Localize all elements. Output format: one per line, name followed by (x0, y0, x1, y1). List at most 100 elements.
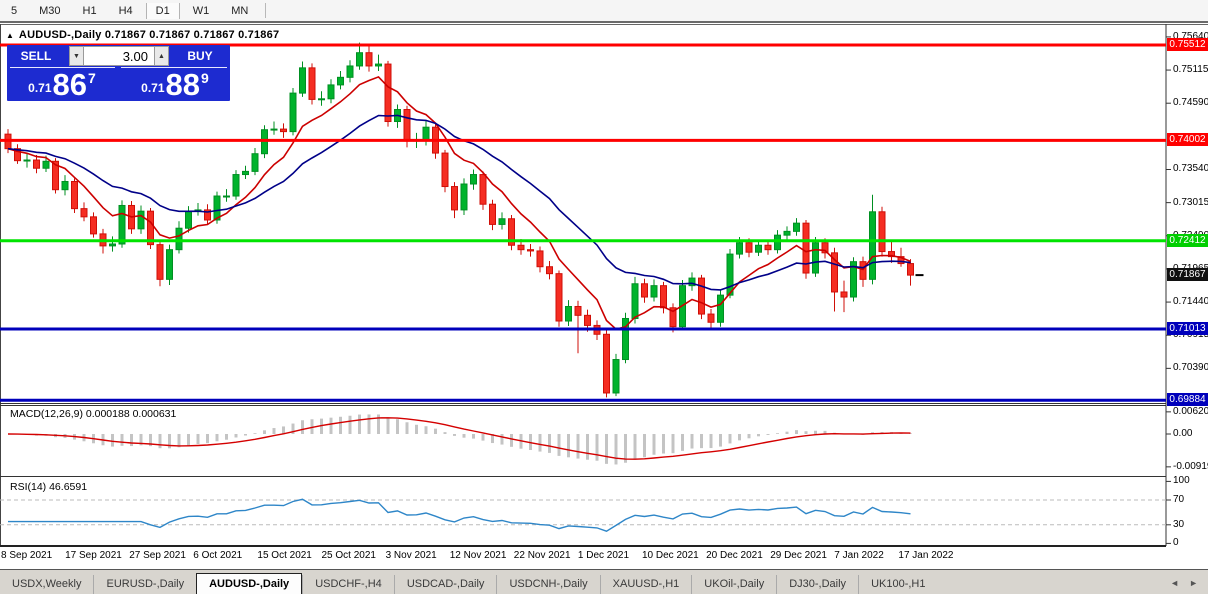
candle-body (908, 264, 914, 276)
rsi-axis-label: 70 (1173, 494, 1184, 505)
candle-body (651, 286, 657, 297)
chart-tab-uk100-h1[interactable]: UK100-,H1 (858, 575, 937, 594)
rsi-label: RSI(14) 46.6591 (10, 481, 87, 493)
candle-body (879, 212, 885, 252)
timeframe-button-w1[interactable]: W1 (184, 3, 219, 19)
sell-price-prefix: 0.71 (28, 81, 51, 95)
buy-price-main: 88 (166, 71, 200, 98)
candle-body (319, 99, 325, 100)
candle-body (24, 160, 30, 161)
candle-body (480, 175, 486, 205)
chart-tab-usdcnh-daily[interactable]: USDCNH-,Daily (496, 575, 599, 594)
one-click-toggle-icon[interactable]: ▲ (6, 31, 14, 40)
tab-scroll-left-icon[interactable]: ◄ (1170, 578, 1179, 588)
candle-body (271, 129, 277, 130)
rsi-axis-label: 0 (1173, 537, 1179, 548)
chart-tab-usdchf-h4[interactable]: USDCHF-,H4 (302, 575, 394, 594)
buy-price[interactable]: 0.71 88 9 (120, 69, 230, 100)
tab-scroll-arrows: ◄► (1170, 578, 1208, 594)
candle-body (62, 181, 68, 189)
chart-title: AUDUSD-,Daily 0.71867 0.71867 0.71867 0.… (19, 29, 279, 41)
candle-body (442, 153, 448, 186)
candle-body (186, 211, 192, 228)
chart-tab-dj30-daily[interactable]: DJ30-,Daily (776, 575, 858, 594)
chart-tab-bar: USDX,WeeklyEURUSD-,DailyAUDUSD-,DailyUSD… (0, 569, 1208, 594)
sell-price[interactable]: 0.71 86 7 (7, 69, 117, 100)
candle-body (233, 175, 239, 196)
chart-tab-xauusd-h1[interactable]: XAUUSD-,H1 (600, 575, 692, 594)
volume-decrease-button[interactable]: ▼ (69, 46, 84, 66)
candle-body (452, 187, 458, 210)
candle-body (404, 110, 410, 142)
candle-body (338, 77, 344, 85)
candle-body (357, 53, 363, 66)
toolbar-separator (265, 3, 266, 18)
candle-body (72, 181, 78, 208)
candle-body (138, 211, 144, 229)
chart-tab-usdcad-daily[interactable]: USDCAD-,Daily (394, 575, 497, 594)
chart-tab-eurusd-daily[interactable]: EURUSD-,Daily (93, 575, 196, 594)
volume-input[interactable]: 3.00 (84, 46, 154, 66)
price-axis-label: 0.73540 (1173, 163, 1208, 174)
candle-body (110, 244, 116, 246)
price-level-badge: 0.74002 (1167, 133, 1208, 146)
timeframe-button-h4[interactable]: H4 (110, 3, 142, 19)
tab-scroll-right-icon[interactable]: ► (1189, 578, 1198, 588)
chart-tab-ukoil-daily[interactable]: UKOil-,Daily (691, 575, 776, 594)
timeframe-button-5[interactable]: 5 (2, 3, 26, 19)
candle-body (642, 284, 648, 297)
timeframe-button-h1[interactable]: H1 (74, 3, 106, 19)
sell-button[interactable]: SELL (7, 45, 65, 67)
candle-body (727, 254, 733, 295)
price-axis-label: 0.74590 (1173, 97, 1208, 108)
price-axis-label: 0.71440 (1173, 296, 1208, 307)
rsi-line (8, 499, 911, 531)
chart-window: ▲ AUDUSD-,Daily 0.71867 0.71867 0.71867 … (0, 23, 1208, 568)
candle-body (366, 53, 372, 66)
candle-body (813, 243, 819, 273)
candle-body (385, 64, 391, 121)
candle-body (167, 250, 173, 280)
candle-body (518, 245, 524, 249)
date-axis-label: 12 Nov 2021 (450, 550, 507, 561)
date-axis-label: 15 Oct 2021 (257, 550, 311, 561)
sell-price-main: 86 (53, 71, 87, 98)
timeframe-button-d1[interactable]: D1 (146, 3, 180, 19)
candle-body (708, 314, 714, 322)
rsi-axis-label: 100 (1173, 475, 1190, 486)
candle-body (870, 212, 876, 280)
candle-body (300, 68, 306, 93)
date-axis-label: 1 Dec 2021 (578, 550, 629, 561)
price-level-badge: 0.69884 (1167, 393, 1208, 406)
candle-body (347, 66, 353, 77)
chart-canvas (0, 23, 1208, 568)
candle-body (765, 245, 771, 249)
volume-increase-button[interactable]: ▲ (154, 46, 169, 66)
date-axis-label: 17 Jan 2022 (898, 550, 953, 561)
buy-button[interactable]: BUY (170, 45, 230, 67)
volume-stepper: ▼ 3.00 ▲ (69, 46, 169, 66)
candle-body (91, 217, 97, 234)
candle-body (499, 219, 505, 225)
timeframe-button-mn[interactable]: MN (222, 3, 257, 19)
candle-body (537, 251, 543, 267)
candle-body (43, 161, 49, 168)
chart-tab-usdx-weekly[interactable]: USDX,Weekly (0, 575, 93, 594)
candle-body (423, 127, 429, 140)
candle-body (585, 315, 591, 325)
date-axis-label: 10 Dec 2021 (642, 550, 699, 561)
sell-price-pip: 7 (88, 70, 96, 86)
date-axis-label: 27 Sep 2021 (129, 550, 186, 561)
timeframe-button-m30[interactable]: M30 (30, 3, 69, 19)
candle-body (461, 184, 467, 210)
candle-body (699, 278, 705, 314)
price-axis-label: 0.73015 (1173, 197, 1208, 208)
candle-body (718, 295, 724, 322)
candle-body (471, 175, 477, 184)
candle-body (252, 154, 258, 172)
chart-tab-audusd-daily[interactable]: AUDUSD-,Daily (196, 573, 302, 594)
candle-body (290, 93, 296, 132)
trade-controls-row: SELL ▼ 3.00 ▲ BUY (7, 45, 230, 67)
buy-price-prefix: 0.71 (141, 81, 164, 95)
candle-body (176, 228, 182, 249)
